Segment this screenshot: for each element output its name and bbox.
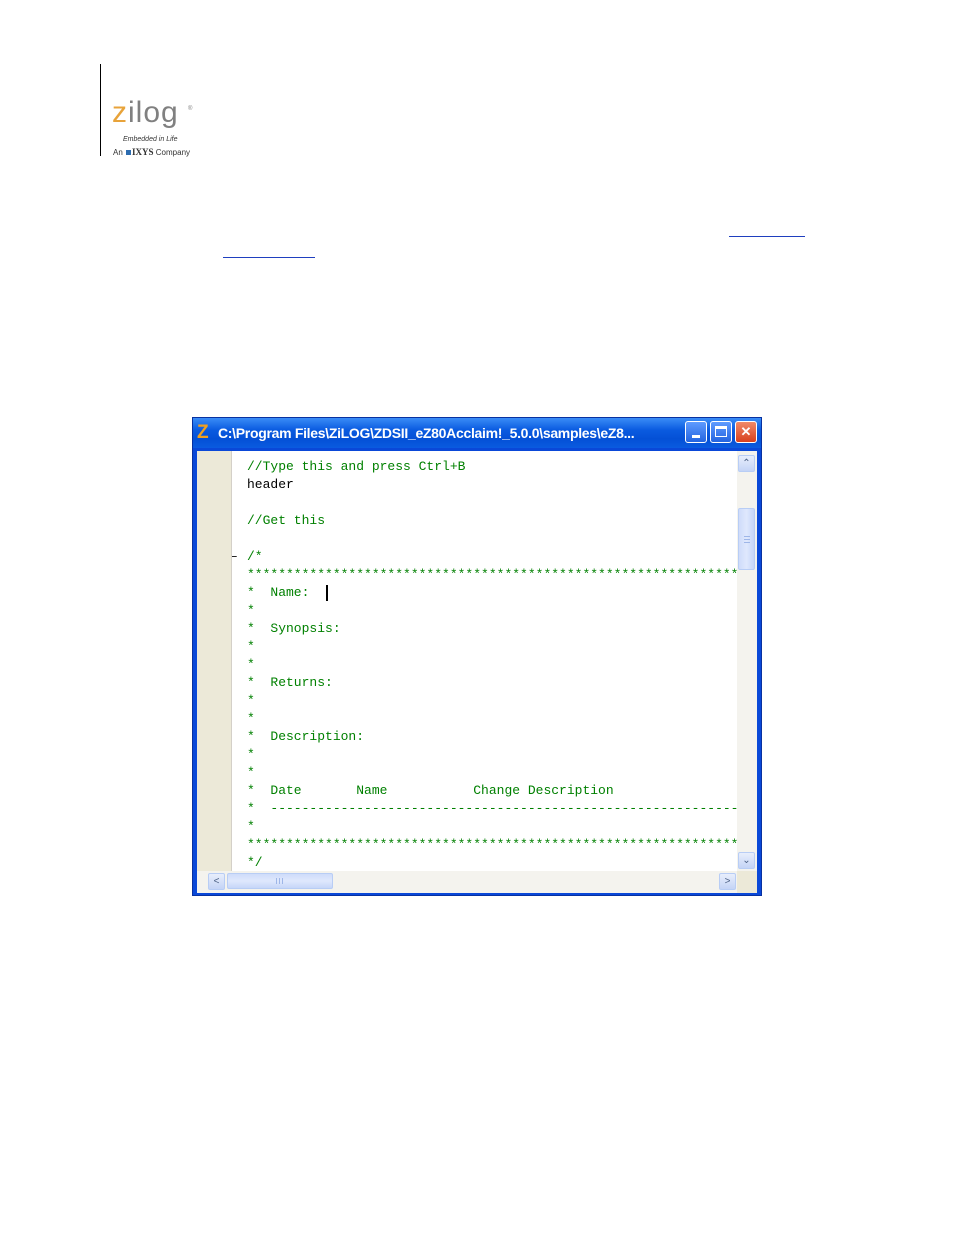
ixys-square-icon bbox=[126, 150, 132, 156]
vertical-scrollbar[interactable]: ⌃ ⌄ bbox=[737, 451, 757, 871]
code-line: /* bbox=[247, 549, 263, 564]
code-line: * Date Name Change Description bbox=[247, 783, 614, 798]
close-icon: ✕ bbox=[740, 424, 752, 439]
minimize-button[interactable] bbox=[685, 421, 707, 443]
code-line: */ bbox=[247, 855, 263, 870]
chevron-up-icon: ⌃ bbox=[742, 458, 751, 469]
fold-toggle-icon[interactable]: – bbox=[232, 549, 238, 564]
code-line: * bbox=[247, 693, 255, 708]
scrollbar-corner bbox=[737, 871, 757, 893]
link-underline-2[interactable] bbox=[223, 257, 315, 258]
logo-company: An IXYS Company bbox=[113, 147, 191, 157]
chevron-right-icon: > bbox=[724, 876, 731, 887]
link-underline-1[interactable] bbox=[729, 236, 805, 237]
code-line: * bbox=[247, 747, 255, 762]
code-line: * bbox=[247, 819, 255, 834]
scroll-right-button[interactable]: > bbox=[719, 873, 736, 890]
code-line: * Name: bbox=[247, 585, 318, 600]
close-button[interactable]: ✕ bbox=[735, 421, 757, 443]
editor-window: Z C:\Program Files\ZiLOG\ZDSII_eZ80Accla… bbox=[192, 417, 762, 896]
code-line: * bbox=[247, 765, 255, 780]
maximize-icon bbox=[715, 426, 727, 437]
zds-app-icon[interactable]: Z bbox=[197, 423, 214, 442]
code-line: * Description: bbox=[247, 729, 365, 744]
code-line: header bbox=[247, 477, 294, 492]
title-bar[interactable]: Z C:\Program Files\ZiLOG\ZDSII_eZ80Accla… bbox=[193, 418, 761, 448]
chevron-left-icon: < bbox=[213, 876, 220, 887]
logo-trademark: ® bbox=[188, 106, 193, 112]
horizontal-scrollbar[interactable]: < > bbox=[197, 871, 737, 893]
line-gutter[interactable] bbox=[197, 451, 232, 871]
code-line: * bbox=[247, 657, 255, 672]
code-editor[interactable]: – //Type this and press Ctrl+B header //Ge… bbox=[232, 451, 737, 871]
zilog-logo: zilog bbox=[112, 96, 179, 129]
code-line: * Synopsis: bbox=[247, 621, 341, 636]
chevron-down-icon: ⌄ bbox=[742, 855, 751, 866]
editor-client: – //Type this and press Ctrl+B header //Ge… bbox=[197, 451, 757, 893]
code-line: * Returns: bbox=[247, 675, 333, 690]
horizontal-scroll-thumb[interactable] bbox=[227, 873, 333, 889]
scroll-left-button[interactable]: < bbox=[208, 873, 225, 890]
vertical-scroll-thumb[interactable] bbox=[738, 508, 755, 570]
logo-tagline: Embedded in Life bbox=[123, 136, 178, 143]
code-line: //Get this bbox=[247, 513, 326, 528]
code-line: * bbox=[247, 603, 255, 618]
code-line: //Type this and press Ctrl+B bbox=[247, 459, 466, 474]
code-line: * bbox=[247, 639, 255, 654]
header-rule bbox=[100, 64, 101, 156]
maximize-button[interactable] bbox=[710, 421, 732, 443]
text-caret bbox=[326, 585, 328, 601]
scroll-up-button[interactable]: ⌃ bbox=[738, 455, 755, 472]
code-line: ****************************************… bbox=[247, 567, 737, 582]
scroll-down-button[interactable]: ⌄ bbox=[738, 852, 755, 869]
minimize-icon bbox=[692, 435, 700, 438]
window-title: C:\Program Files\ZiLOG\ZDSII_eZ80Acclaim… bbox=[218, 425, 635, 441]
code-line: * --------------------------------------… bbox=[247, 801, 737, 816]
code-line: * bbox=[247, 711, 255, 726]
code-line: ****************************************… bbox=[247, 837, 737, 852]
